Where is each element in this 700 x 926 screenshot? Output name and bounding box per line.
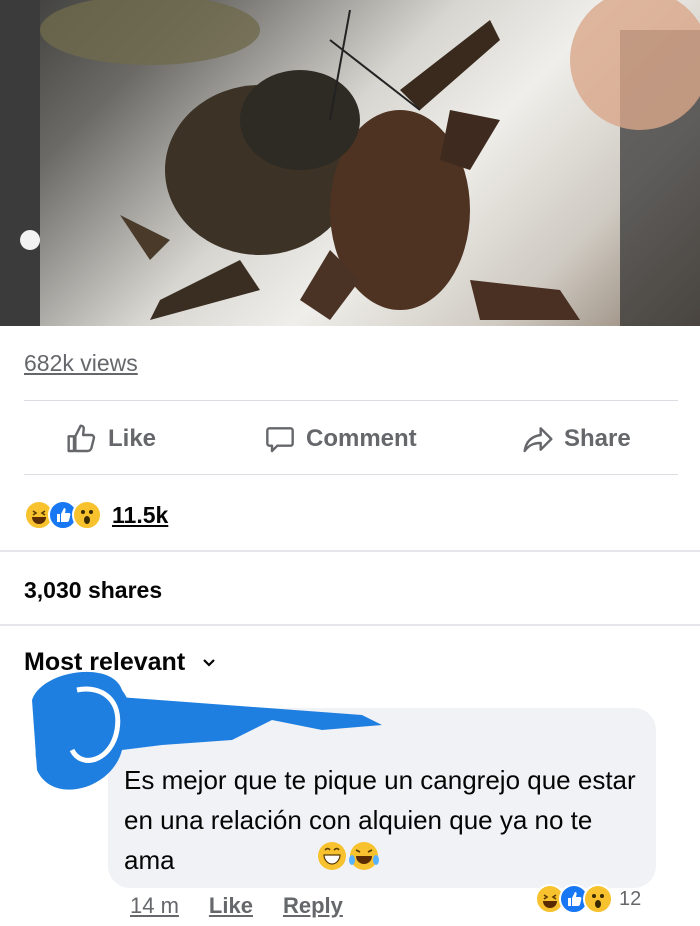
wow-reaction-icon bbox=[583, 884, 613, 914]
divider bbox=[24, 474, 678, 475]
comment-meta: 14 m Like Reply bbox=[130, 893, 343, 919]
share-label: Share bbox=[564, 425, 631, 452]
comment-button[interactable]: Comment bbox=[264, 410, 417, 468]
comment-label: Comment bbox=[306, 425, 417, 452]
crab-image bbox=[0, 0, 700, 326]
comment-reaction-count: 12 bbox=[619, 887, 642, 910]
comment-like-button[interactable]: Like bbox=[209, 893, 253, 919]
action-bar: Like Comment Share bbox=[0, 410, 700, 468]
divider bbox=[24, 400, 678, 401]
section-divider bbox=[0, 550, 700, 552]
section-divider bbox=[0, 624, 700, 626]
comment-reply-button[interactable]: Reply bbox=[283, 893, 343, 919]
post-video[interactable] bbox=[0, 0, 700, 326]
views-count[interactable]: 682k views bbox=[24, 350, 138, 377]
shares-count[interactable]: 3,030 shares bbox=[24, 577, 162, 604]
comment-timestamp[interactable]: 14 m bbox=[130, 893, 179, 919]
comment-reactions[interactable]: 12 bbox=[535, 884, 641, 914]
comment-icon bbox=[266, 427, 294, 453]
laughing-emoji-icons bbox=[318, 842, 379, 870]
share-button[interactable]: Share bbox=[522, 410, 631, 468]
share-arrow-icon bbox=[523, 427, 553, 453]
wow-reaction-icon bbox=[72, 500, 102, 530]
like-label: Like bbox=[108, 425, 157, 452]
reactions-summary[interactable]: 11.5k bbox=[24, 500, 168, 530]
like-button[interactable]: Like bbox=[66, 410, 156, 468]
thumbs-up-icon bbox=[67, 424, 96, 453]
reaction-count[interactable]: 11.5k bbox=[112, 502, 168, 529]
